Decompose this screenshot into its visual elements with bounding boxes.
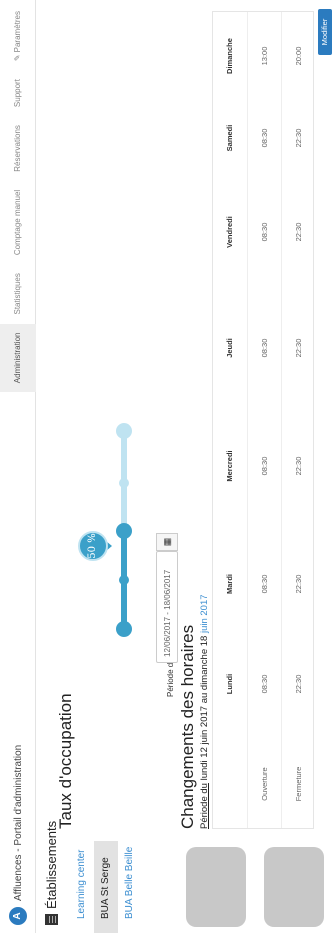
sidebar-item-bua-belle-beille[interactable]: BUA Belle Beille (118, 841, 142, 933)
calendar-icon[interactable]: ▦ (156, 533, 178, 551)
date-range-input[interactable] (156, 551, 178, 663)
sidebar-item-bua-st-serge[interactable]: BUA St Serge (94, 841, 118, 933)
schedule-title: Changements des horaires (178, 624, 197, 829)
gauge-knob (116, 621, 132, 637)
table-header-row: Lundi Mardi Mercredi Jeudi Vendredi Same… (213, 12, 247, 828)
period-rest: lundi 12 juin 2017 au dimanche 18 (199, 633, 210, 784)
building-icon (45, 914, 58, 925)
sidebar-item-learning-center[interactable]: Learning center (70, 841, 94, 933)
table-header-cell: Mardi (225, 574, 234, 595)
table-header-cell: Vendredi (225, 216, 234, 248)
menu-support[interactable]: Support (0, 70, 36, 116)
menu-statistiques[interactable]: Statistiques (0, 264, 36, 323)
table-cell: 08:30 (260, 338, 269, 358)
schedule-table: Lundi Mardi Mercredi Jeudi Vendredi Same… (212, 11, 315, 829)
occupation-gauge: 50 % (78, 423, 146, 637)
table-header-cell: Samedi (225, 124, 234, 152)
table-header-cell: Mercredi (225, 450, 234, 482)
period-prefix: Période du (199, 783, 210, 829)
table-cell: 08:30 (260, 456, 269, 476)
sidebar-placeholder-box (186, 847, 246, 927)
wrench-icon: ✎ (13, 54, 22, 62)
gauge-knob (116, 423, 132, 439)
menu-parametres[interactable]: ✎Paramètres (0, 2, 36, 70)
occupation-title: Taux d'occupation (56, 693, 75, 829)
table-cell: 08:30 (260, 128, 269, 148)
table-cell: 22:30 (294, 222, 303, 242)
table-row: Fermeture 22:30 22:30 22:30 22:30 22:30 … (281, 12, 315, 828)
brand[interactable]: A Affluences - Portail d'administration (9, 745, 27, 925)
top-nav: A Affluences - Portail d'administration … (0, 0, 36, 933)
table-cell: 08:30 (260, 574, 269, 594)
period-month: juin 2017 (199, 594, 210, 634)
table-cell: 22:30 (294, 128, 303, 148)
modify-button[interactable]: Modifier (318, 9, 332, 55)
table-cell: 22:30 (294, 456, 303, 476)
table-cell: 08:30 (260, 222, 269, 242)
gauge-knob (116, 523, 132, 539)
menu-parametres-label: Paramètres (13, 11, 22, 53)
menu-reservations[interactable]: Réservations (0, 116, 36, 181)
table-cell: 13:00 (260, 46, 269, 66)
occupation-value-bubble: 50 % (78, 531, 108, 561)
app-title: Affluences - Portail d'administration (12, 744, 24, 901)
periode-label: Période du (166, 658, 175, 697)
sidebar-title: Établissements (44, 820, 59, 909)
table-row: Ouverture 08:30 08:30 08:30 08:30 08:30 … (247, 12, 281, 828)
sidebar-list: Learning center BUA St Serge BUA Belle B… (70, 841, 142, 933)
gauge-knob (119, 478, 129, 488)
app-window: A Affluences - Portail d'administration … (0, 0, 336, 933)
table-cell: 08:30 (260, 674, 269, 694)
table-header-cell: Dimanche (225, 38, 234, 74)
sidebar-header: Établissements (44, 821, 59, 925)
period-description: Période du lundi 12 juin 2017 au dimanch… (199, 594, 210, 829)
row-label: Ouverture (260, 767, 269, 801)
table-cell: 20:00 (294, 46, 303, 66)
table-header-cell: Lundi (225, 673, 234, 695)
sidebar: Établissements Learning center BUA St Se… (36, 821, 336, 933)
row-label: Fermeture (294, 766, 303, 802)
table-header-cell (213, 744, 247, 824)
affluences-logo-icon: A (9, 907, 27, 925)
table-header-cell: Jeudi (225, 338, 234, 358)
sidebar-placeholder-box (264, 847, 324, 927)
table-cell: 22:30 (294, 338, 303, 358)
table-cell: 22:30 (294, 574, 303, 594)
gauge-knob (119, 575, 129, 585)
table-cell: 22:30 (294, 674, 303, 694)
menu-administration[interactable]: Administration (0, 323, 36, 393)
menu-comptage-manuel[interactable]: Comptage manuel (0, 181, 36, 264)
main-menu: Administration Statistiques Comptage man… (0, 2, 36, 393)
